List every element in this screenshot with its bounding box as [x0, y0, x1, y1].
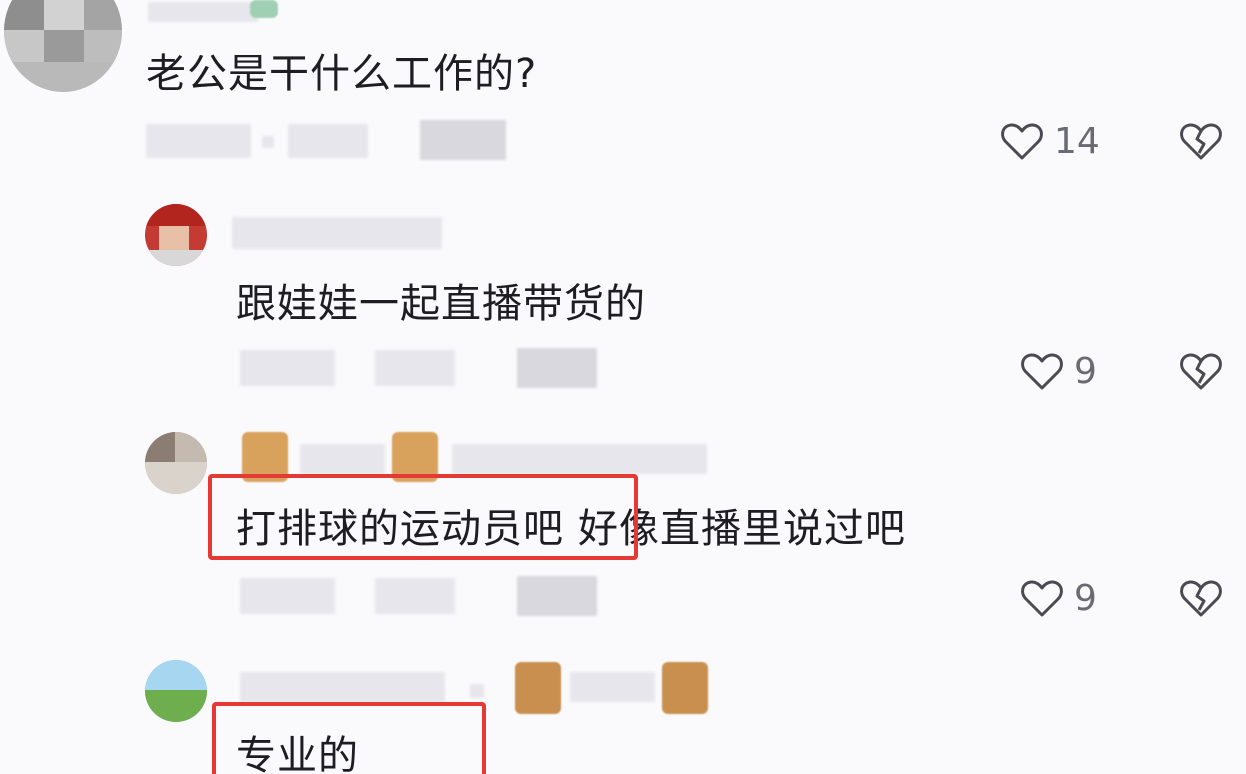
comment-meta-blurred — [146, 124, 251, 158]
comment-meta-blurred — [240, 350, 335, 386]
heart-outline-icon — [1018, 347, 1066, 395]
avatar[interactable] — [145, 204, 207, 266]
username-blurred — [300, 444, 385, 474]
broken-heart-icon — [1177, 347, 1225, 395]
heart-outline-icon — [998, 117, 1046, 165]
dislike-button[interactable] — [1177, 347, 1225, 395]
like-count: 14 — [1054, 120, 1100, 162]
like-button[interactable]: 9 — [1018, 574, 1097, 622]
avatar[interactable] — [145, 660, 207, 722]
comment-thread: 老公是干什么工作的? 14 跟娃娃一起直播带货的 9 打排球的运动员吧 好像直播… — [0, 0, 1246, 774]
comment-meta-blurred — [262, 136, 274, 148]
username-blurred — [570, 672, 655, 702]
highlight-box — [212, 702, 486, 774]
comment-text: 老公是干什么工作的? — [146, 51, 538, 97]
dislike-button[interactable] — [1177, 117, 1225, 165]
comment-meta-blurred — [375, 350, 455, 386]
like-button[interactable]: 14 — [998, 117, 1100, 165]
comment-meta-blurred — [470, 684, 484, 698]
like-count: 9 — [1074, 577, 1097, 619]
comment-meta-blurred — [375, 578, 455, 614]
comment-text: 跟娃娃一起直播带货的 — [236, 281, 646, 327]
broken-heart-icon — [1177, 117, 1225, 165]
reply-button-blurred[interactable] — [517, 576, 597, 616]
username-blurred — [240, 672, 445, 702]
broken-heart-icon — [1177, 574, 1225, 622]
avatar[interactable] — [4, 0, 122, 92]
comment-meta-blurred — [288, 124, 368, 158]
username-blurred — [148, 2, 258, 22]
reply-button-blurred[interactable] — [517, 348, 597, 388]
emoji-blurred — [250, 0, 278, 18]
emoji-blurred — [515, 662, 561, 714]
emoji-blurred — [662, 662, 708, 714]
username-blurred — [452, 444, 707, 474]
highlight-box — [208, 474, 638, 560]
like-button[interactable]: 9 — [1018, 347, 1097, 395]
avatar[interactable] — [145, 432, 207, 494]
comment-meta-blurred — [240, 578, 335, 614]
like-count: 9 — [1074, 350, 1097, 392]
heart-outline-icon — [1018, 574, 1066, 622]
dislike-button[interactable] — [1177, 574, 1225, 622]
username-blurred — [232, 217, 442, 249]
reply-button-blurred[interactable] — [420, 120, 506, 160]
